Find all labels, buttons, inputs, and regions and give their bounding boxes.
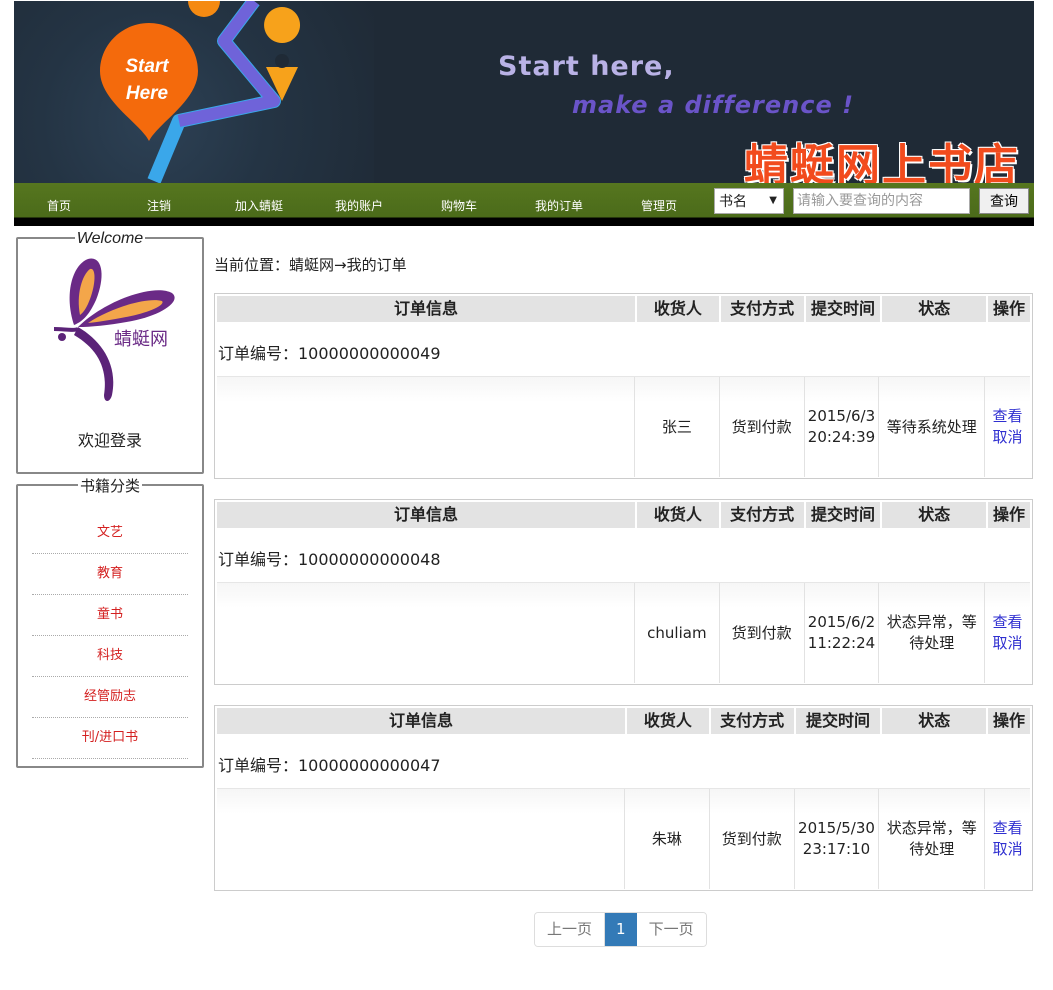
start-line2: Here xyxy=(125,83,169,104)
category-panel: 书籍分类 文艺 教育 童书 科技 经管励志 刊/进口书 xyxy=(16,477,204,768)
order-card: 订单信息 收货人 支付方式 提交时间 状态 操作 订单编号：1000000000… xyxy=(214,499,1033,685)
nav-home[interactable]: 首页 xyxy=(14,197,104,214)
order-receiver: chuliam xyxy=(635,583,720,683)
header-receiver: 收货人 xyxy=(626,708,711,734)
shop-name: 蜻蜓网上书店 xyxy=(744,140,1020,183)
category-item-children[interactable]: 童书 xyxy=(32,595,188,636)
order-number: 订单编号：10000000000049 xyxy=(218,344,441,363)
welcome-panel: Welcome 蜻蜓网 欢迎登录 xyxy=(16,230,204,474)
nav-admin[interactable]: 管理页 xyxy=(614,197,704,214)
header-order-info: 订单信息 xyxy=(217,296,637,322)
header-time: 提交时间 xyxy=(805,502,883,528)
order-status: 状态异常，等待处理 xyxy=(879,583,986,683)
order-status: 等待系统处理 xyxy=(879,377,986,477)
prev-page-button[interactable]: 上一页 xyxy=(535,913,606,946)
nav-bar: 首页 注销 加入蜻蜓 我的账户 购物车 我的订单 管理页 书名 ▼ 查询 xyxy=(14,183,1034,226)
site-banner: Start Here Start here, make a difference… xyxy=(14,1,1034,183)
slogan-line1: Start here, xyxy=(498,51,675,82)
nav-account[interactable]: 我的账户 xyxy=(314,197,404,214)
order-receiver: 张三 xyxy=(635,377,720,477)
order-receiver: 朱琳 xyxy=(625,789,710,889)
header-status: 状态 xyxy=(882,296,989,322)
order-info-cell xyxy=(217,789,625,889)
order-actions: 查看 取消 xyxy=(985,377,1030,477)
cancel-order-link[interactable]: 取消 xyxy=(993,427,1023,448)
view-order-link[interactable]: 查看 xyxy=(993,818,1023,839)
search-type-value: 书名 xyxy=(719,194,747,210)
nav-logout[interactable]: 注销 xyxy=(114,197,204,214)
header-status: 状态 xyxy=(882,502,989,528)
order-time: 2015/6/3 20:24:39 xyxy=(805,377,880,477)
order-time: 2015/5/30 23:17:10 xyxy=(795,789,880,889)
order-table-header: 订单信息 收货人 支付方式 提交时间 状态 操作 xyxy=(217,296,1030,322)
order-table-header: 订单信息 收货人 支付方式 提交时间 状态 操作 xyxy=(217,708,1030,734)
order-info-cell xyxy=(217,377,635,477)
header-time: 提交时间 xyxy=(805,296,883,322)
header-action: 操作 xyxy=(988,296,1030,322)
header-time: 提交时间 xyxy=(795,708,883,734)
order-actions: 查看 取消 xyxy=(985,789,1030,889)
search-type-select[interactable]: 书名 ▼ xyxy=(714,188,784,214)
view-order-link[interactable]: 查看 xyxy=(993,612,1023,633)
chevron-down-icon: ▼ xyxy=(769,195,777,206)
order-actions: 查看 取消 xyxy=(985,583,1030,683)
header-payment: 支付方式 xyxy=(720,296,806,322)
nav-cart[interactable]: 购物车 xyxy=(414,197,504,214)
slogan-line2: make a difference ! xyxy=(572,91,855,119)
order-row: 张三 货到付款 2015/6/3 20:24:39 等待系统处理 查看 取消 xyxy=(217,377,1030,477)
order-info-cell xyxy=(217,583,635,683)
logo-text: 蜻蜓网 xyxy=(114,329,168,350)
header-order-info: 订单信息 xyxy=(217,502,637,528)
order-row: chuliam 货到付款 2015/6/2 11:22:24 状态异常，等待处理… xyxy=(217,583,1030,683)
cancel-order-link[interactable]: 取消 xyxy=(993,839,1023,860)
category-item-literature[interactable]: 文艺 xyxy=(32,513,188,554)
welcome-legend: Welcome xyxy=(74,230,146,247)
order-payment: 货到付款 xyxy=(720,377,805,477)
category-item-education[interactable]: 教育 xyxy=(32,554,188,595)
header-action: 操作 xyxy=(988,502,1030,528)
start-here-text: Start Here xyxy=(112,53,182,107)
order-number: 订单编号：10000000000047 xyxy=(218,756,441,775)
start-line1: Start xyxy=(125,56,169,77)
welcome-text: 欢迎登录 xyxy=(77,431,142,450)
cancel-order-link[interactable]: 取消 xyxy=(993,633,1023,654)
header-receiver: 收货人 xyxy=(636,502,721,528)
category-item-business[interactable]: 经管励志 xyxy=(32,677,188,718)
header-payment: 支付方式 xyxy=(720,502,806,528)
order-card: 订单信息 收货人 支付方式 提交时间 状态 操作 订单编号：1000000000… xyxy=(214,293,1033,479)
header-status: 状态 xyxy=(882,708,989,734)
order-time: 2015/6/2 11:22:24 xyxy=(805,583,880,683)
page-1-button[interactable]: 1 xyxy=(605,913,637,946)
order-card: 订单信息 收货人 支付方式 提交时间 状态 操作 订单编号：1000000000… xyxy=(214,705,1033,891)
category-list: 文艺 教育 童书 科技 经管励志 刊/进口书 xyxy=(32,513,188,759)
category-item-periodicals[interactable]: 刊/进口书 xyxy=(32,718,188,759)
header-payment: 支付方式 xyxy=(710,708,796,734)
view-order-link[interactable]: 查看 xyxy=(993,406,1023,427)
header-receiver: 收货人 xyxy=(636,296,721,322)
order-number: 订单编号：10000000000048 xyxy=(218,550,441,569)
order-status: 状态异常，等待处理 xyxy=(879,789,986,889)
breadcrumb: 当前位置：蜻蜓网→我的订单 xyxy=(214,256,407,274)
order-table-header: 订单信息 收货人 支付方式 提交时间 状态 操作 xyxy=(217,502,1030,528)
category-item-technology[interactable]: 科技 xyxy=(32,636,188,677)
nav-my-orders[interactable]: 我的订单 xyxy=(514,197,604,214)
order-payment: 货到付款 xyxy=(720,583,805,683)
search-input[interactable] xyxy=(793,188,970,214)
header-order-info: 订单信息 xyxy=(217,708,627,734)
nav-join[interactable]: 加入蜻蜓 xyxy=(214,197,304,214)
search-button[interactable]: 查询 xyxy=(979,188,1029,214)
header-action: 操作 xyxy=(988,708,1030,734)
order-row: 朱琳 货到付款 2015/5/30 23:17:10 状态异常，等待处理 查看 … xyxy=(217,789,1030,889)
pagination: 上一页 1 下一页 xyxy=(534,912,707,947)
category-legend: 书籍分类 xyxy=(77,477,142,495)
next-page-button[interactable]: 下一页 xyxy=(636,913,706,946)
order-payment: 货到付款 xyxy=(710,789,795,889)
